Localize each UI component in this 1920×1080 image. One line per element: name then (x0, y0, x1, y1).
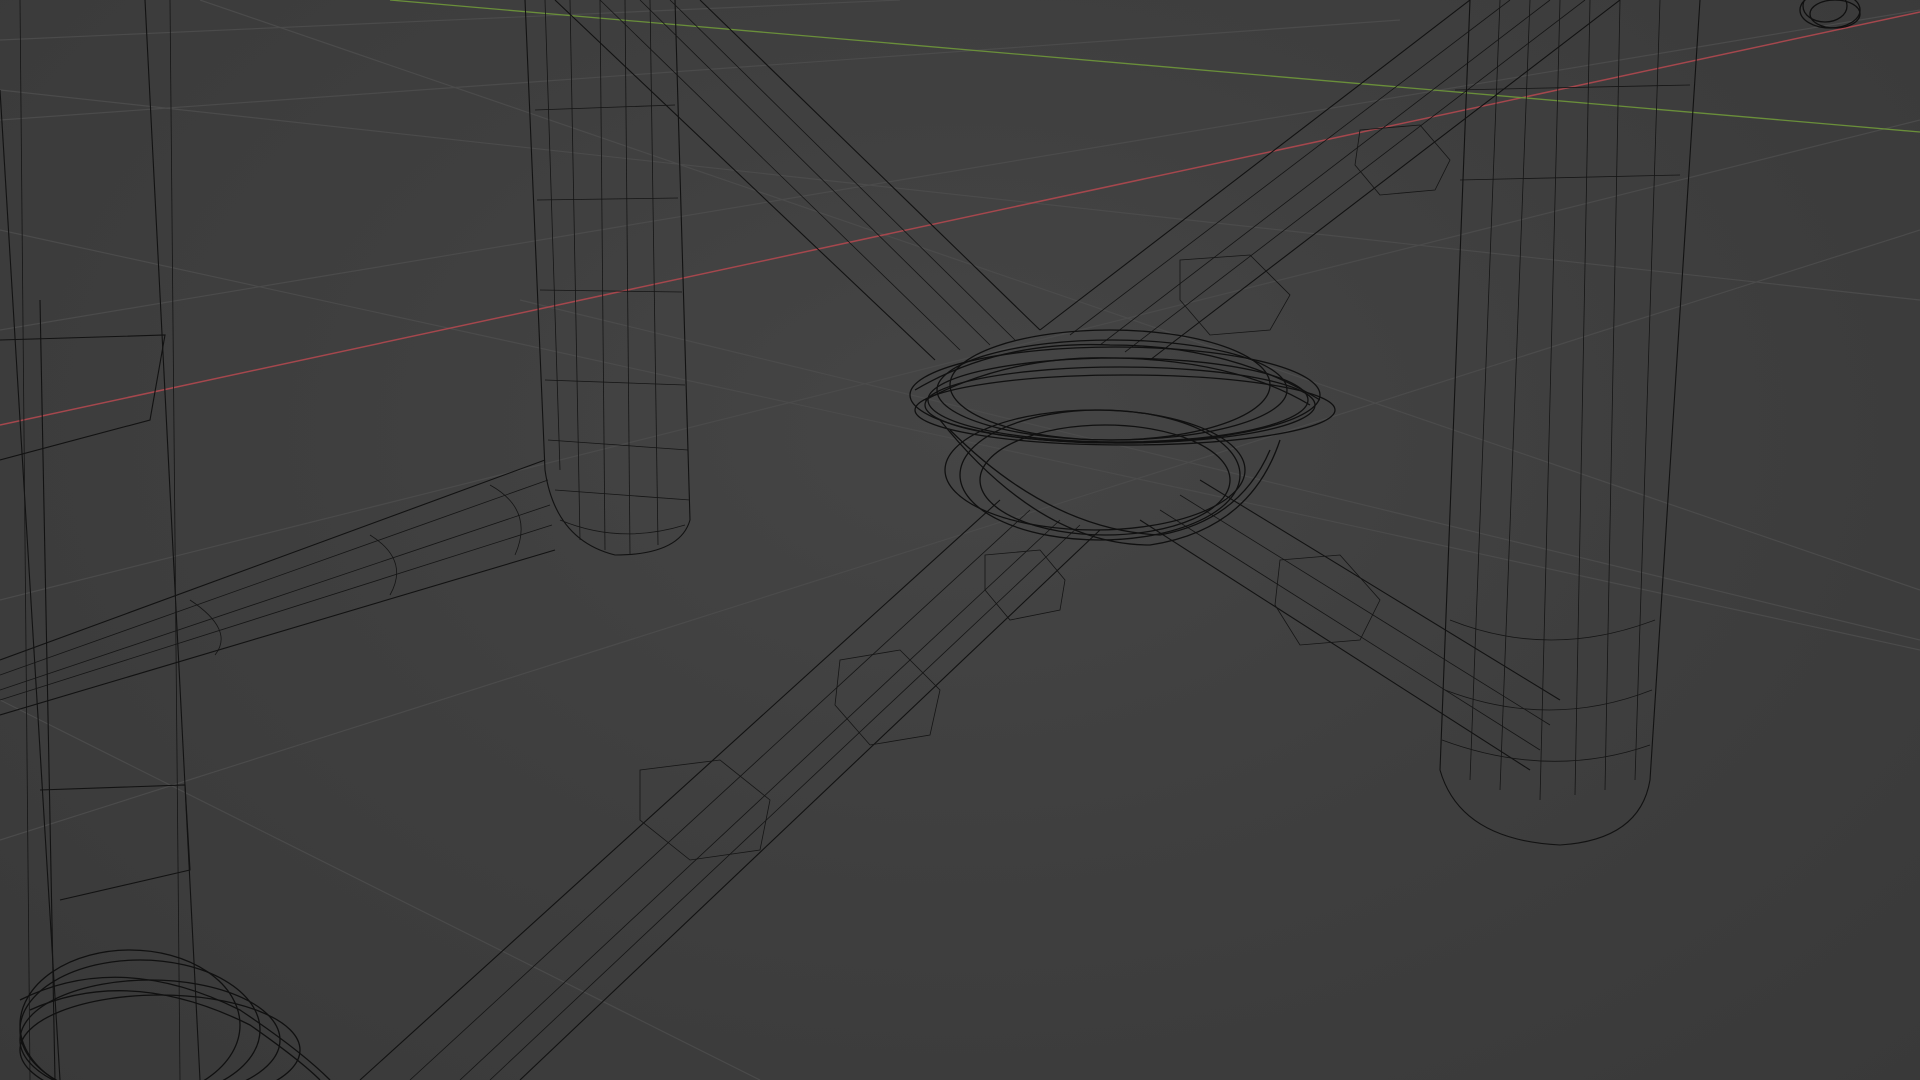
3d-viewport[interactable] (0, 0, 1920, 1080)
mesh-left-rail[interactable] (0, 459, 556, 716)
floor-grid (0, 0, 1920, 1080)
mesh-lower-diagonal-brace[interactable] (1139, 479, 1561, 771)
mesh-rear-diagonal-brace[interactable] (1039, 0, 1621, 361)
viewport-canvas[interactable] (0, 0, 1920, 1080)
mesh-rope-knot-lower-left[interactable] (19, 949, 331, 1080)
mesh-rear-left-upright[interactable] (524, 0, 691, 556)
mesh-front-diagonal-brace[interactable] (359, 499, 1101, 1080)
mesh-rope-knot-top-right[interactable] (1799, 0, 1861, 29)
mesh-left-leg[interactable] (0, 0, 201, 1080)
mesh-rope-knot-center[interactable] (909, 329, 1336, 546)
mesh-right-upright[interactable] (1439, 0, 1701, 846)
y-axis-line (389, 0, 1920, 133)
